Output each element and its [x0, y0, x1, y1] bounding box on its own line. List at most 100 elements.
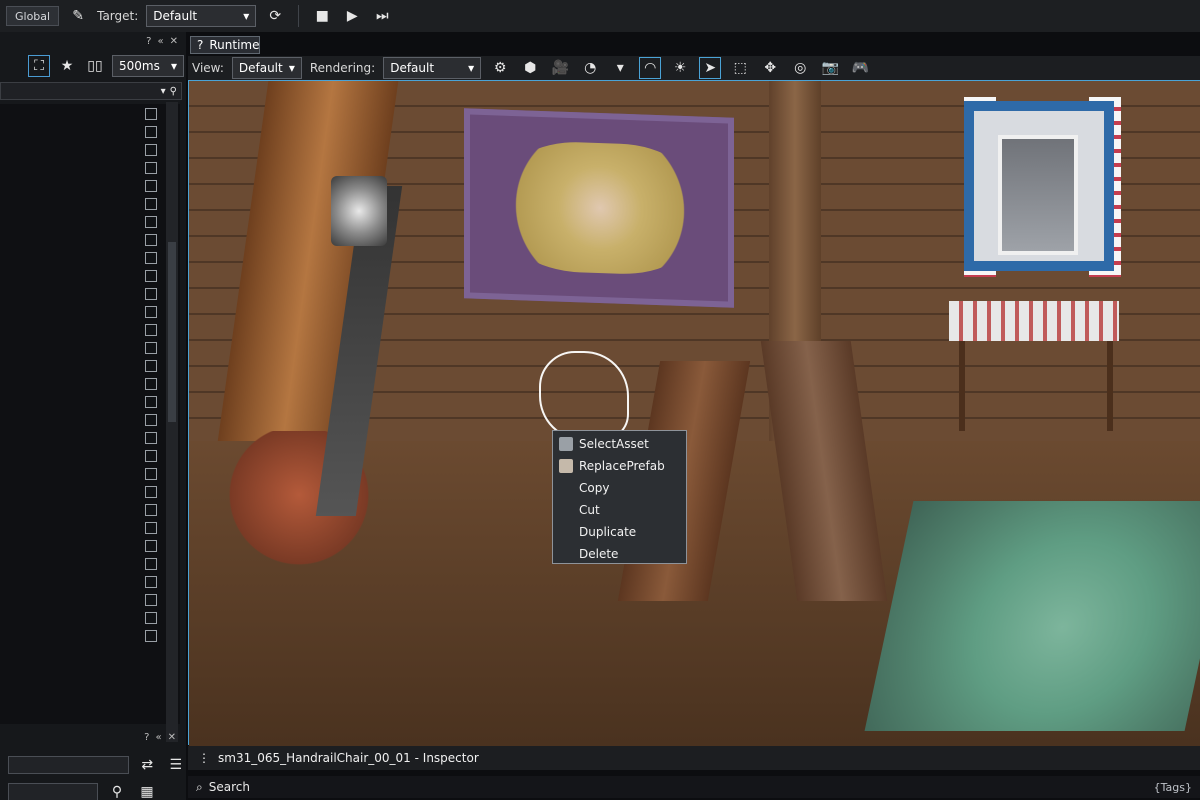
checkbox[interactable] — [145, 162, 157, 174]
tab-runtime[interactable]: ? Runtime — [190, 36, 260, 54]
menu-item-cut[interactable]: Cut — [553, 499, 688, 521]
cube-icon[interactable]: ⬢ — [519, 57, 541, 79]
drag-handle-icon[interactable]: ⋮ — [198, 751, 210, 765]
refresh-icon[interactable]: ⟳ — [264, 5, 286, 27]
checkbox[interactable] — [145, 288, 157, 300]
checkbox[interactable] — [145, 306, 157, 318]
left-scrollbar[interactable] — [166, 102, 178, 742]
select-icon[interactable]: ⬚ — [729, 57, 751, 79]
layout-icon[interactable]: ☰ — [166, 754, 186, 776]
checkbox[interactable] — [145, 108, 157, 120]
global-button[interactable]: Global — [6, 6, 60, 26]
checkbox[interactable] — [145, 396, 157, 408]
gear-icon[interactable]: ⚙ — [489, 57, 511, 79]
filter-icon[interactable]: ⚲ — [170, 86, 177, 97]
chevron-down-icon[interactable]: ▾ — [161, 86, 166, 97]
rug — [864, 501, 1200, 731]
checkbox[interactable] — [145, 432, 157, 444]
menu-item-copy[interactable]: Copy — [553, 477, 688, 499]
link-icon[interactable]: ⇄ — [137, 754, 157, 776]
left-panel-header: ? « ✕ — [0, 32, 186, 50]
checkbox[interactable] — [145, 486, 157, 498]
left-search-input[interactable] — [8, 756, 130, 774]
checkbox[interactable] — [145, 252, 157, 264]
checkbox-column — [145, 104, 159, 724]
checkbox[interactable] — [145, 576, 157, 588]
snapshot-icon[interactable]: 📷 — [819, 57, 841, 79]
left-filter-bar: ▾ ⚲ — [0, 82, 182, 100]
close-icon[interactable]: ✕ — [170, 36, 178, 47]
menu-item-replaceprefab[interactable]: ReplacePrefab — [553, 455, 688, 477]
checkbox[interactable] — [145, 126, 157, 138]
checkbox[interactable] — [145, 324, 157, 336]
checkbox[interactable] — [145, 414, 157, 426]
checkbox[interactable] — [145, 234, 157, 246]
table — [949, 301, 1119, 341]
menu-item-selectasset[interactable]: SelectAsset — [553, 433, 688, 455]
window-glass — [998, 135, 1078, 255]
move-icon[interactable]: ✥ — [759, 57, 781, 79]
checkbox[interactable] — [145, 342, 157, 354]
checkbox[interactable] — [145, 378, 157, 390]
view-value: Default — [238, 61, 283, 75]
target-icon[interactable]: ◎ — [789, 57, 811, 79]
checkbox[interactable] — [145, 612, 157, 624]
inspector-bar: ⋮ sm31_065_HandrailChair_00_01 - Inspect… — [188, 746, 1200, 770]
checkbox[interactable] — [145, 504, 157, 516]
filter-icon[interactable]: ⚲ — [106, 781, 128, 800]
checkbox[interactable] — [145, 180, 157, 192]
checkbox[interactable] — [145, 144, 157, 156]
rendering-select[interactable]: Default ▾ — [383, 57, 482, 79]
checkbox[interactable] — [145, 216, 157, 228]
menu-item-label: Delete — [579, 547, 619, 561]
pointer-icon[interactable]: ➤ — [699, 57, 722, 79]
help-icon[interactable]: ? — [146, 36, 151, 47]
menu-item-delete[interactable]: Delete — [553, 543, 688, 565]
grid-icon[interactable]: ▦ — [136, 781, 158, 800]
help-icon[interactable]: ? — [144, 732, 149, 743]
clock-icon[interactable]: ◔ — [579, 57, 601, 79]
star-icon[interactable]: ★ — [56, 55, 78, 77]
tool-icon[interactable]: ✎ — [67, 5, 89, 27]
view-label: View: — [192, 61, 224, 75]
checkbox[interactable] — [145, 198, 157, 210]
rendering-value: Default — [390, 61, 435, 75]
checkbox[interactable] — [145, 450, 157, 462]
checkbox[interactable] — [145, 360, 157, 372]
top-toolbar: Global ✎ Target: Default ▾ ⟳ ■ ▶ ⏭ — [0, 0, 1200, 32]
toolbar-separator — [298, 5, 300, 27]
inspector-title: sm31_065_HandrailChair_00_01 - Inspector — [218, 751, 479, 765]
checkbox[interactable] — [145, 558, 157, 570]
sun-icon[interactable]: ☀ — [669, 57, 691, 79]
columns-icon[interactable]: ▯▯ — [84, 55, 106, 77]
checkbox[interactable] — [145, 468, 157, 480]
stop-icon[interactable]: ■ — [311, 5, 333, 27]
tags-label[interactable]: {Tags} — [1154, 781, 1192, 794]
checkbox[interactable] — [145, 594, 157, 606]
collapse-icon[interactable]: « — [155, 732, 161, 743]
interval-select[interactable]: 500ms ▾ — [112, 55, 184, 77]
lamp-head — [331, 176, 387, 246]
collapse-icon[interactable]: « — [157, 36, 163, 47]
scene-viewport[interactable] — [188, 80, 1200, 746]
gizmo-icon[interactable]: ◠ — [639, 57, 662, 79]
target-select[interactable]: Default ▾ — [146, 5, 257, 27]
hierarchy-icon[interactable]: ⛶ — [28, 55, 50, 77]
play-icon[interactable]: ▶ — [341, 5, 363, 27]
left-filter-input[interactable] — [8, 783, 98, 800]
global-label: Global — [15, 9, 51, 23]
scroll-thumb[interactable] — [168, 242, 176, 422]
search-label[interactable]: Search — [209, 780, 250, 794]
checkbox[interactable] — [145, 522, 157, 534]
menu-item-duplicate[interactable]: Duplicate — [553, 521, 688, 543]
close-icon[interactable]: ✕ — [168, 732, 176, 743]
dropdown-icon[interactable]: ▾ — [609, 57, 631, 79]
checkbox[interactable] — [145, 630, 157, 642]
camera-icon[interactable]: 🎥 — [549, 57, 571, 79]
controller-icon[interactable]: 🎮 — [849, 57, 871, 79]
checkbox[interactable] — [145, 540, 157, 552]
step-icon[interactable]: ⏭ — [371, 5, 393, 27]
checkbox[interactable] — [145, 270, 157, 282]
left-panel-tools: ⛶ ★ ▯▯ 500ms ▾ — [0, 52, 186, 80]
view-select[interactable]: Default ▾ — [231, 57, 302, 79]
